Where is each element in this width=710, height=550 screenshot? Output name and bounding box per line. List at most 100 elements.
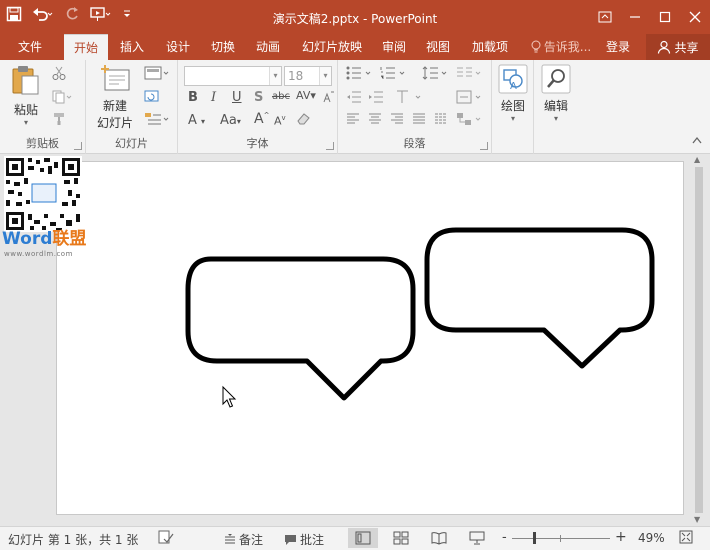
- underline-icon[interactable]: U: [232, 90, 242, 105]
- lightbulb-icon: [531, 40, 541, 53]
- font-color-icon[interactable]: A ▾: [188, 113, 205, 128]
- speech-bubble-shape-left[interactable]: [185, 256, 416, 401]
- text-direction-icon[interactable]: [396, 90, 424, 108]
- tell-me-box[interactable]: 告诉我...: [526, 34, 596, 60]
- tab-review[interactable]: 审阅: [374, 34, 414, 60]
- slide-canvas[interactable]: [56, 161, 684, 515]
- clipboard-group-label: 剪贴板: [26, 137, 59, 150]
- increase-font-size-icon[interactable]: A^: [254, 111, 269, 127]
- undo-icon[interactable]: [32, 6, 54, 27]
- layout-icon[interactable]: [144, 66, 170, 84]
- distributed-icon[interactable]: [434, 113, 448, 129]
- align-left-icon[interactable]: [346, 113, 360, 129]
- group-paragraph: 段落: [338, 60, 492, 154]
- zoom-in-button[interactable]: +: [615, 529, 627, 545]
- maximize-button[interactable]: [650, 0, 680, 34]
- spelling-check-icon[interactable]: [158, 530, 174, 547]
- columns-icon[interactable]: [456, 66, 484, 84]
- line-spacing-icon[interactable]: [422, 66, 450, 84]
- change-case-icon[interactable]: [323, 90, 335, 108]
- tab-home[interactable]: 开始: [64, 34, 108, 60]
- italic-icon[interactable]: I: [211, 90, 216, 105]
- start-from-beginning-icon[interactable]: [90, 6, 112, 27]
- zoom-level[interactable]: 49%: [638, 531, 665, 545]
- slide-shapes: [185, 227, 655, 408]
- ribbon-home: 粘贴 ▾ 剪贴板 新建 幻灯片 幻灯片 ▾ 18 ▾ B I U S abc A…: [0, 60, 710, 154]
- text-shadow-icon[interactable]: S: [254, 90, 263, 105]
- slide-sorter-icon: [393, 531, 409, 545]
- comments-label: 批注: [300, 533, 325, 547]
- cut-icon[interactable]: [52, 66, 66, 84]
- tab-slideshow[interactable]: 幻灯片放映: [296, 34, 368, 60]
- group-clipboard: 粘贴 ▾ 剪贴板: [0, 60, 86, 154]
- paragraph-launcher-icon[interactable]: [480, 142, 488, 150]
- numbering-icon[interactable]: [380, 66, 408, 84]
- ribbon-tabs: 文件 开始 插入 设计 切换 动画 幻灯片放映 审阅 视图 加载项 告诉我...…: [0, 34, 710, 60]
- clipboard-launcher-icon[interactable]: [74, 142, 82, 150]
- close-button[interactable]: [680, 0, 710, 34]
- tab-addins[interactable]: 加载项: [466, 34, 514, 60]
- tab-insert[interactable]: 插入: [110, 34, 154, 60]
- scroll-up-icon[interactable]: ▲: [694, 155, 700, 164]
- bold-icon[interactable]: B: [188, 90, 198, 105]
- eraser-icon[interactable]: [296, 112, 312, 130]
- fit-to-window-icon[interactable]: [679, 530, 693, 547]
- zoom-slider[interactable]: [512, 538, 610, 539]
- speech-bubble-shape-right[interactable]: [424, 227, 655, 369]
- smartart-icon[interactable]: [456, 112, 484, 130]
- comments-button[interactable]: 批注: [284, 531, 324, 548]
- format-painter-icon[interactable]: [52, 112, 66, 130]
- clear-formatting-icon[interactable]: Aa▾: [220, 113, 241, 128]
- font-launcher-icon[interactable]: [326, 142, 334, 150]
- minimize-button[interactable]: [620, 0, 650, 34]
- slide-sorter-button[interactable]: [386, 528, 416, 548]
- tab-design[interactable]: 设计: [156, 34, 200, 60]
- decrease-indent-icon[interactable]: [346, 90, 362, 108]
- scroll-down-icon[interactable]: ▼: [694, 515, 700, 524]
- strikethrough-icon[interactable]: abc: [272, 91, 290, 102]
- font-name-dropdown[interactable]: ▾: [184, 66, 282, 86]
- tab-transitions[interactable]: 切换: [201, 34, 245, 60]
- reset-icon[interactable]: [144, 89, 160, 107]
- paste-dropdown-icon: ▾: [23, 118, 28, 127]
- tab-view[interactable]: 视图: [418, 34, 458, 60]
- increase-indent-icon[interactable]: [368, 90, 384, 108]
- notes-button[interactable]: 备注: [224, 531, 263, 548]
- normal-view-button[interactable]: [348, 528, 378, 548]
- align-right-icon[interactable]: [390, 113, 404, 129]
- zoom-out-button[interactable]: -: [502, 530, 507, 545]
- drawing-label: 绘图: [500, 99, 525, 113]
- vertical-scrollbar[interactable]: ▲ ▼: [692, 155, 706, 524]
- scrollbar-thumb[interactable]: [695, 167, 703, 513]
- tab-file[interactable]: 文件: [8, 34, 52, 60]
- bullets-icon[interactable]: [346, 66, 374, 84]
- share-button[interactable]: 共享: [646, 34, 710, 60]
- justify-icon[interactable]: [412, 113, 426, 129]
- drawing-button[interactable]: A 绘图 ▾: [496, 64, 530, 123]
- zoom-slider-midpoint: [560, 535, 561, 542]
- copy-icon[interactable]: [52, 90, 74, 108]
- decrease-font-size-icon[interactable]: Av: [274, 114, 286, 128]
- align-center-icon[interactable]: [368, 113, 382, 129]
- ribbon-display-options-icon[interactable]: [590, 0, 620, 34]
- slideshow-view-button[interactable]: [462, 528, 492, 548]
- align-text-icon[interactable]: [456, 90, 484, 108]
- zoom-slider-thumb[interactable]: [533, 532, 536, 544]
- new-slide-button[interactable]: 新建 幻灯片: [90, 64, 140, 131]
- reading-view-button[interactable]: [424, 528, 454, 548]
- editing-button[interactable]: 编辑 ▾: [538, 64, 574, 123]
- section-icon[interactable]: [144, 112, 170, 130]
- tab-animations[interactable]: 动画: [246, 34, 290, 60]
- save-icon[interactable]: [6, 6, 22, 27]
- new-slide-label-line1: 新建: [102, 99, 127, 113]
- font-size-dropdown[interactable]: 18 ▾: [284, 66, 332, 86]
- paste-button[interactable]: 粘贴 ▾: [6, 64, 46, 127]
- slides-group-label: 幻灯片: [115, 137, 148, 150]
- collapse-ribbon-icon[interactable]: [692, 134, 702, 147]
- slide-number-status: 幻灯片 第 1 张，共 1 张: [8, 533, 139, 547]
- font-size-value: 18: [288, 69, 304, 83]
- character-spacing-icon[interactable]: AV▾: [296, 89, 316, 102]
- sign-in-link[interactable]: 登录: [600, 34, 636, 60]
- redo-icon[interactable]: [64, 6, 80, 27]
- customize-qat-icon[interactable]: [122, 6, 132, 27]
